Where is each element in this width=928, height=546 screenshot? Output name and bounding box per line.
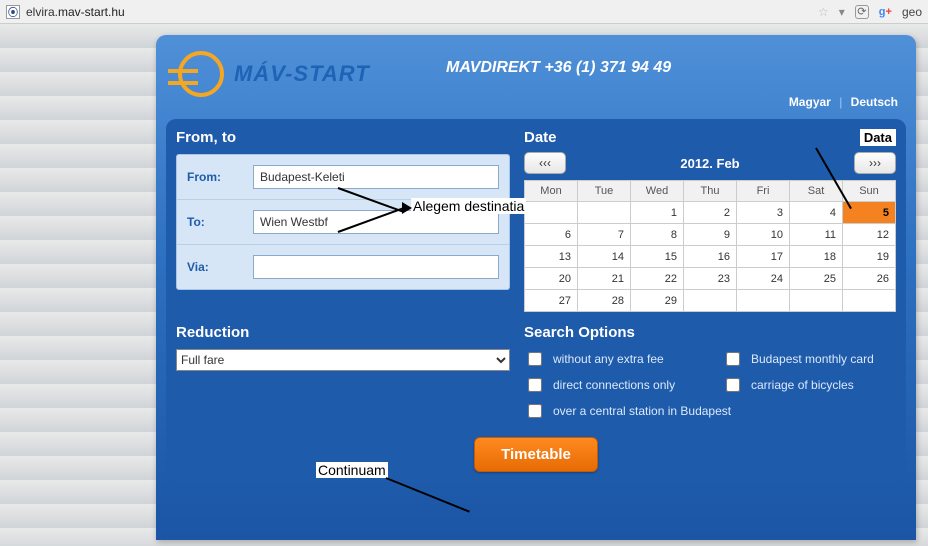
fromto-section: From, to From: To: Via: [176, 129, 510, 312]
brand-text: MÁV-START [234, 61, 370, 87]
dropdown-icon[interactable]: ▾ [839, 5, 845, 19]
opt-direct-only[interactable]: direct connections only [524, 375, 698, 395]
calendar-day [684, 290, 737, 312]
calendar-day[interactable]: 26 [843, 268, 896, 290]
date-title: Date [524, 129, 557, 146]
opt-no-extra-fee-checkbox[interactable] [528, 352, 542, 366]
calendar-day[interactable]: 16 [684, 246, 737, 268]
calendar-day[interactable]: 9 [684, 224, 737, 246]
reduction-title: Reduction [176, 324, 510, 341]
opt-monthly-card[interactable]: Budapest monthly card [722, 349, 896, 369]
data-annotation-badge: Data [860, 129, 896, 146]
calendar-day[interactable]: 25 [790, 268, 843, 290]
month-label: 2012. Feb [680, 156, 739, 171]
prev-month-button[interactable]: ‹‹‹ [524, 152, 566, 174]
calendar-day[interactable]: 23 [684, 268, 737, 290]
reduction-section: Reduction Full fare [176, 324, 510, 421]
timetable-button[interactable]: Timetable [474, 437, 598, 472]
calendar-day [578, 202, 631, 224]
calendar-dow: Mon [525, 181, 578, 202]
calendar-day[interactable]: 2 [684, 202, 737, 224]
calendar-dow: Sat [790, 181, 843, 202]
bookmark-star-icon[interactable]: ☆ [818, 5, 829, 19]
calendar-dow: Wed [631, 181, 684, 202]
opt-central-budapest[interactable]: over a central station in Budapest [524, 401, 896, 421]
opt-bicycles[interactable]: carriage of bicycles [722, 375, 896, 395]
from-input[interactable] [253, 165, 499, 189]
calendar-day[interactable]: 4 [790, 202, 843, 224]
logo-mark-icon [178, 51, 224, 97]
calendar-day [843, 290, 896, 312]
calendar-day[interactable]: 19 [843, 246, 896, 268]
calendar-dow: Fri [737, 181, 790, 202]
via-label: Via: [187, 260, 243, 274]
from-label: From: [187, 170, 243, 184]
calendar-day[interactable]: 22 [631, 268, 684, 290]
contact-phone: MAVDIREKT +36 (1) 371 94 49 [446, 59, 671, 77]
url-text[interactable]: elvira.mav-start.hu [26, 5, 125, 19]
language-switch: Magyar | Deutsch [789, 95, 898, 109]
opt-monthly-card-checkbox[interactable] [726, 352, 740, 366]
calendar-day[interactable]: 24 [737, 268, 790, 290]
reload-icon[interactable]: ⟳ [855, 5, 869, 19]
page-header: MÁV-START MAVDIREKT +36 (1) 371 94 49 Ma… [156, 35, 916, 113]
search-panel: From, to From: To: Via: [166, 119, 906, 482]
brand-logo[interactable]: MÁV-START [178, 51, 370, 97]
fromto-title: From, to [176, 129, 510, 146]
lang-magyar[interactable]: Magyar [789, 95, 831, 109]
annotation-continue-line [386, 477, 470, 513]
calendar-dow: Thu [684, 181, 737, 202]
search-options-section: Search Options without any extra fee Bud… [524, 324, 896, 421]
lang-deutsch[interactable]: Deutsch [851, 95, 898, 109]
search-engine-icon[interactable]: g+ [879, 6, 892, 18]
calendar-day[interactable]: 15 [631, 246, 684, 268]
calendar-day [737, 290, 790, 312]
calendar: MonTueWedThuFriSatSun 123456789101112131… [524, 180, 896, 312]
calendar-day[interactable]: 13 [525, 246, 578, 268]
calendar-dow: Tue [578, 181, 631, 202]
browser-address-bar: ⦿ elvira.mav-start.hu ☆ ▾ ⟳ g+ geo [0, 0, 928, 24]
calendar-day [525, 202, 578, 224]
to-input[interactable] [253, 210, 499, 234]
search-engine-label: geo [902, 5, 922, 19]
calendar-day[interactable]: 20 [525, 268, 578, 290]
site-favicon: ⦿ [6, 5, 20, 19]
calendar-day[interactable]: 8 [631, 224, 684, 246]
url-sub: elvira. [26, 5, 58, 19]
calendar-day[interactable]: 12 [843, 224, 896, 246]
date-section: Date Data ‹‹‹ 2012. Feb ››› MonTueWedThu… [524, 129, 896, 312]
calendar-day[interactable]: 10 [737, 224, 790, 246]
calendar-day[interactable]: 11 [790, 224, 843, 246]
calendar-day[interactable]: 28 [578, 290, 631, 312]
calendar-day[interactable]: 5 [843, 202, 896, 224]
next-month-button[interactable]: ››› [854, 152, 896, 174]
calendar-day[interactable]: 27 [525, 290, 578, 312]
calendar-day[interactable]: 29 [631, 290, 684, 312]
via-input[interactable] [253, 255, 499, 279]
calendar-day[interactable]: 7 [578, 224, 631, 246]
opt-direct-only-checkbox[interactable] [528, 378, 542, 392]
calendar-day[interactable]: 1 [631, 202, 684, 224]
calendar-day[interactable]: 18 [790, 246, 843, 268]
calendar-day[interactable]: 17 [737, 246, 790, 268]
calendar-dow: Sun [843, 181, 896, 202]
to-label: To: [187, 215, 243, 229]
opt-central-budapest-checkbox[interactable] [528, 404, 542, 418]
reduction-select[interactable]: Full fare [176, 349, 510, 371]
opt-bicycles-checkbox[interactable] [726, 378, 740, 392]
opt-no-extra-fee[interactable]: without any extra fee [524, 349, 698, 369]
calendar-day[interactable]: 21 [578, 268, 631, 290]
calendar-day [790, 290, 843, 312]
calendar-day[interactable]: 3 [737, 202, 790, 224]
calendar-day[interactable]: 6 [525, 224, 578, 246]
calendar-day[interactable]: 14 [578, 246, 631, 268]
app-window: MÁV-START MAVDIREKT +36 (1) 371 94 49 Ma… [156, 35, 916, 540]
url-host: mav-start.hu [58, 5, 125, 19]
options-title: Search Options [524, 324, 896, 341]
